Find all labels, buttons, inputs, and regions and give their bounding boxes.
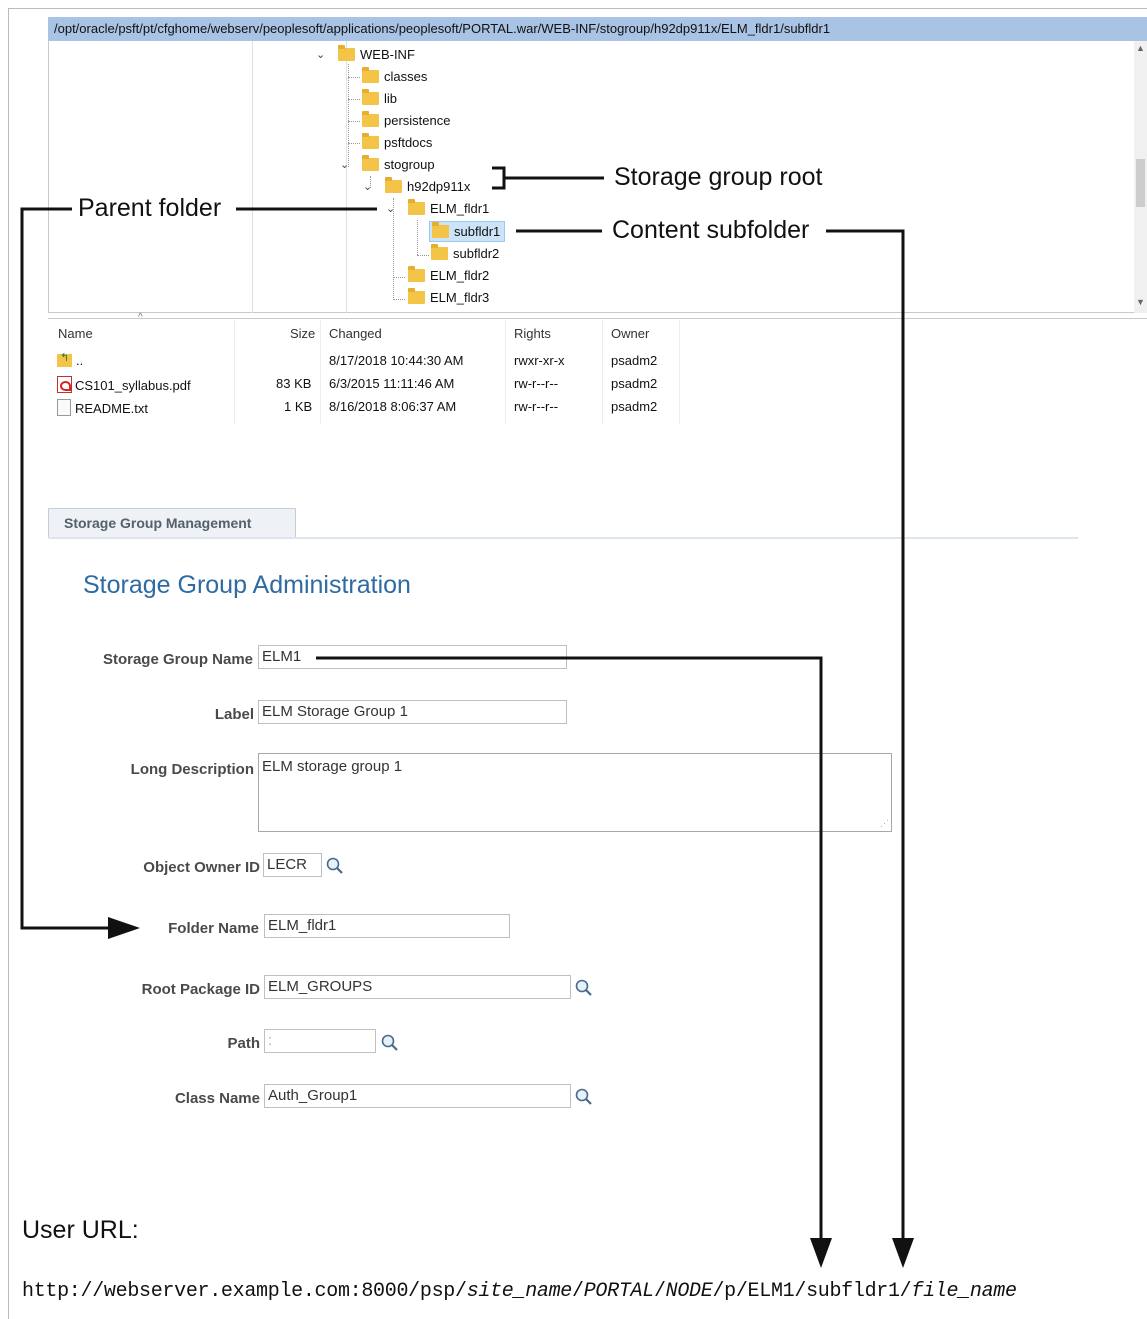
url-node: NODE (665, 1280, 713, 1303)
bracket-line (492, 166, 506, 190)
group-name-arrow-line (316, 656, 823, 1242)
url-file-name: file_name (911, 1280, 1017, 1303)
url-segment: / (653, 1280, 666, 1303)
callout-arrows (20, 166, 914, 1268)
parent-folder-arrow-line (20, 207, 112, 930)
url-portal: PORTAL (583, 1280, 655, 1303)
user-url-label: User URL: (22, 1216, 139, 1244)
url-segment: http://webserver.example.com:8000/psp/ (22, 1280, 467, 1303)
url-segment: / (572, 1280, 584, 1303)
url-site-name: site_name (466, 1280, 573, 1303)
url-segment: /p/ELM1/subfldr1/ (712, 1280, 912, 1303)
arrowhead-icon (892, 1238, 914, 1268)
subfolder-arrow-line (826, 229, 905, 1242)
arrowhead-icon (810, 1238, 832, 1268)
user-url: http://webserver.example.com:8000/psp/si… (22, 1280, 1017, 1303)
arrowhead-icon (108, 917, 140, 939)
